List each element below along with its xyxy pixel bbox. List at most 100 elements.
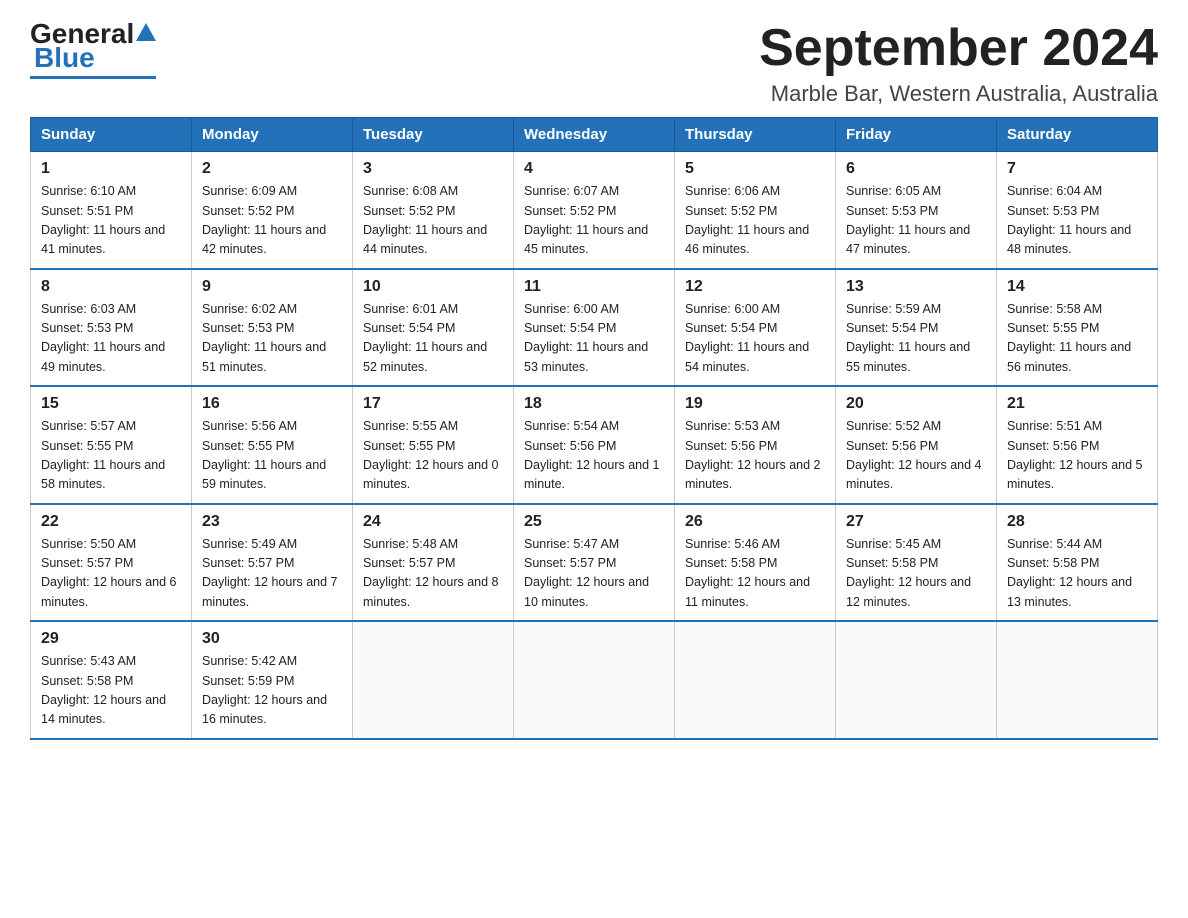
calendar-cell: 17 Sunrise: 5:55 AMSunset: 5:55 PMDayligh…: [353, 386, 514, 504]
calendar-cell: 22 Sunrise: 5:50 AMSunset: 5:57 PMDayligh…: [31, 504, 192, 622]
day-number: 17: [363, 395, 503, 413]
day-info: Sunrise: 5:55 AMSunset: 5:55 PMDaylight:…: [363, 417, 503, 495]
day-number: 7: [1007, 160, 1147, 178]
day-number: 1: [41, 160, 181, 178]
day-info: Sunrise: 5:57 AMSunset: 5:55 PMDaylight:…: [41, 417, 181, 495]
logo-blue-text: Blue: [34, 42, 95, 74]
day-info: Sunrise: 5:50 AMSunset: 5:57 PMDaylight:…: [41, 535, 181, 613]
day-info: Sunrise: 5:44 AMSunset: 5:58 PMDaylight:…: [1007, 535, 1147, 613]
title-block: September 2024 Marble Bar, Western Austr…: [759, 20, 1158, 107]
day-number: 12: [685, 278, 825, 296]
day-number: 3: [363, 160, 503, 178]
day-info: Sunrise: 6:00 AMSunset: 5:54 PMDaylight:…: [685, 300, 825, 378]
calendar-cell: 28 Sunrise: 5:44 AMSunset: 5:58 PMDayligh…: [997, 504, 1158, 622]
day-info: Sunrise: 5:59 AMSunset: 5:54 PMDaylight:…: [846, 300, 986, 378]
calendar-cell: 27 Sunrise: 5:45 AMSunset: 5:58 PMDayligh…: [836, 504, 997, 622]
day-number: 14: [1007, 278, 1147, 296]
calendar-cell: 20 Sunrise: 5:52 AMSunset: 5:56 PMDayligh…: [836, 386, 997, 504]
day-info: Sunrise: 5:43 AMSunset: 5:58 PMDaylight:…: [41, 652, 181, 730]
calendar-cell: 21 Sunrise: 5:51 AMSunset: 5:56 PMDayligh…: [997, 386, 1158, 504]
calendar-cell: [514, 621, 675, 739]
weekday-header-sunday: Sunday: [31, 118, 192, 152]
day-info: Sunrise: 5:45 AMSunset: 5:58 PMDaylight:…: [846, 535, 986, 613]
day-info: Sunrise: 6:00 AMSunset: 5:54 PMDaylight:…: [524, 300, 664, 378]
day-info: Sunrise: 6:10 AMSunset: 5:51 PMDaylight:…: [41, 182, 181, 260]
day-info: Sunrise: 5:58 AMSunset: 5:55 PMDaylight:…: [1007, 300, 1147, 378]
calendar-table: SundayMondayTuesdayWednesdayThursdayFrid…: [30, 117, 1158, 740]
calendar-cell: 30 Sunrise: 5:42 AMSunset: 5:59 PMDayligh…: [192, 621, 353, 739]
calendar-cell: 7 Sunrise: 6:04 AMSunset: 5:53 PMDaylight…: [997, 152, 1158, 269]
day-info: Sunrise: 6:05 AMSunset: 5:53 PMDaylight:…: [846, 182, 986, 260]
day-number: 30: [202, 630, 342, 648]
calendar-cell: 10 Sunrise: 6:01 AMSunset: 5:54 PMDayligh…: [353, 269, 514, 387]
day-info: Sunrise: 6:02 AMSunset: 5:53 PMDaylight:…: [202, 300, 342, 378]
day-number: 16: [202, 395, 342, 413]
day-number: 11: [524, 278, 664, 296]
calendar-cell: 1 Sunrise: 6:10 AMSunset: 5:51 PMDaylight…: [31, 152, 192, 269]
day-number: 24: [363, 513, 503, 531]
day-number: 28: [1007, 513, 1147, 531]
calendar-cell: [675, 621, 836, 739]
page-header: General Blue September 2024 Marble Bar, …: [30, 20, 1158, 107]
logo-underline: [30, 76, 156, 79]
day-info: Sunrise: 6:03 AMSunset: 5:53 PMDaylight:…: [41, 300, 181, 378]
calendar-cell: 29 Sunrise: 5:43 AMSunset: 5:58 PMDayligh…: [31, 621, 192, 739]
weekday-header-wednesday: Wednesday: [514, 118, 675, 152]
day-number: 4: [524, 160, 664, 178]
day-number: 5: [685, 160, 825, 178]
day-number: 25: [524, 513, 664, 531]
day-number: 13: [846, 278, 986, 296]
weekday-header-thursday: Thursday: [675, 118, 836, 152]
calendar-cell: [353, 621, 514, 739]
location-subtitle: Marble Bar, Western Australia, Australia: [759, 81, 1158, 107]
day-info: Sunrise: 5:51 AMSunset: 5:56 PMDaylight:…: [1007, 417, 1147, 495]
day-info: Sunrise: 6:01 AMSunset: 5:54 PMDaylight:…: [363, 300, 503, 378]
calendar-cell: 2 Sunrise: 6:09 AMSunset: 5:52 PMDaylight…: [192, 152, 353, 269]
day-number: 29: [41, 630, 181, 648]
calendar-cell: 4Sunrise: 6:07 AMSunset: 5:52 PMDaylight…: [514, 152, 675, 269]
calendar-week-row: 8 Sunrise: 6:03 AMSunset: 5:53 PMDaylight…: [31, 269, 1158, 387]
day-number: 8: [41, 278, 181, 296]
logo: General Blue: [30, 20, 156, 79]
day-number: 18: [524, 395, 664, 413]
day-info: Sunrise: 6:09 AMSunset: 5:52 PMDaylight:…: [202, 182, 342, 260]
calendar-cell: [836, 621, 997, 739]
day-number: 27: [846, 513, 986, 531]
day-number: 19: [685, 395, 825, 413]
day-number: 10: [363, 278, 503, 296]
calendar-cell: 15 Sunrise: 5:57 AMSunset: 5:55 PMDayligh…: [31, 386, 192, 504]
calendar-cell: [997, 621, 1158, 739]
day-info: Sunrise: 5:53 AMSunset: 5:56 PMDaylight:…: [685, 417, 825, 495]
calendar-cell: 16 Sunrise: 5:56 AMSunset: 5:55 PMDayligh…: [192, 386, 353, 504]
calendar-header-row: SundayMondayTuesdayWednesdayThursdayFrid…: [31, 118, 1158, 152]
calendar-cell: 3 Sunrise: 6:08 AMSunset: 5:52 PMDaylight…: [353, 152, 514, 269]
day-number: 22: [41, 513, 181, 531]
day-info: Sunrise: 5:42 AMSunset: 5:59 PMDaylight:…: [202, 652, 342, 730]
calendar-week-row: 15 Sunrise: 5:57 AMSunset: 5:55 PMDayligh…: [31, 386, 1158, 504]
calendar-cell: 11 Sunrise: 6:00 AMSunset: 5:54 PMDayligh…: [514, 269, 675, 387]
day-info: Sunrise: 6:08 AMSunset: 5:52 PMDaylight:…: [363, 182, 503, 260]
day-info: Sunrise: 5:47 AMSunset: 5:57 PMDaylight:…: [524, 535, 664, 613]
calendar-cell: 13 Sunrise: 5:59 AMSunset: 5:54 PMDayligh…: [836, 269, 997, 387]
calendar-cell: 24 Sunrise: 5:48 AMSunset: 5:57 PMDayligh…: [353, 504, 514, 622]
day-number: 6: [846, 160, 986, 178]
calendar-cell: 26Sunrise: 5:46 AMSunset: 5:58 PMDayligh…: [675, 504, 836, 622]
day-number: 20: [846, 395, 986, 413]
calendar-cell: 18 Sunrise: 5:54 AMSunset: 5:56 PMDayligh…: [514, 386, 675, 504]
calendar-cell: 9Sunrise: 6:02 AMSunset: 5:53 PMDaylight…: [192, 269, 353, 387]
day-info: Sunrise: 5:54 AMSunset: 5:56 PMDaylight:…: [524, 417, 664, 495]
day-info: Sunrise: 6:04 AMSunset: 5:53 PMDaylight:…: [1007, 182, 1147, 260]
day-info: Sunrise: 5:48 AMSunset: 5:57 PMDaylight:…: [363, 535, 503, 613]
weekday-header-tuesday: Tuesday: [353, 118, 514, 152]
day-info: Sunrise: 5:52 AMSunset: 5:56 PMDaylight:…: [846, 417, 986, 495]
calendar-cell: 12 Sunrise: 6:00 AMSunset: 5:54 PMDayligh…: [675, 269, 836, 387]
calendar-cell: 6 Sunrise: 6:05 AMSunset: 5:53 PMDaylight…: [836, 152, 997, 269]
day-number: 23: [202, 513, 342, 531]
day-info: Sunrise: 6:06 AMSunset: 5:52 PMDaylight:…: [685, 182, 825, 260]
day-number: 21: [1007, 395, 1147, 413]
logo-triangle-icon: [136, 23, 156, 41]
day-number: 2: [202, 160, 342, 178]
day-number: 15: [41, 395, 181, 413]
weekday-header-saturday: Saturday: [997, 118, 1158, 152]
day-info: Sunrise: 5:56 AMSunset: 5:55 PMDaylight:…: [202, 417, 342, 495]
